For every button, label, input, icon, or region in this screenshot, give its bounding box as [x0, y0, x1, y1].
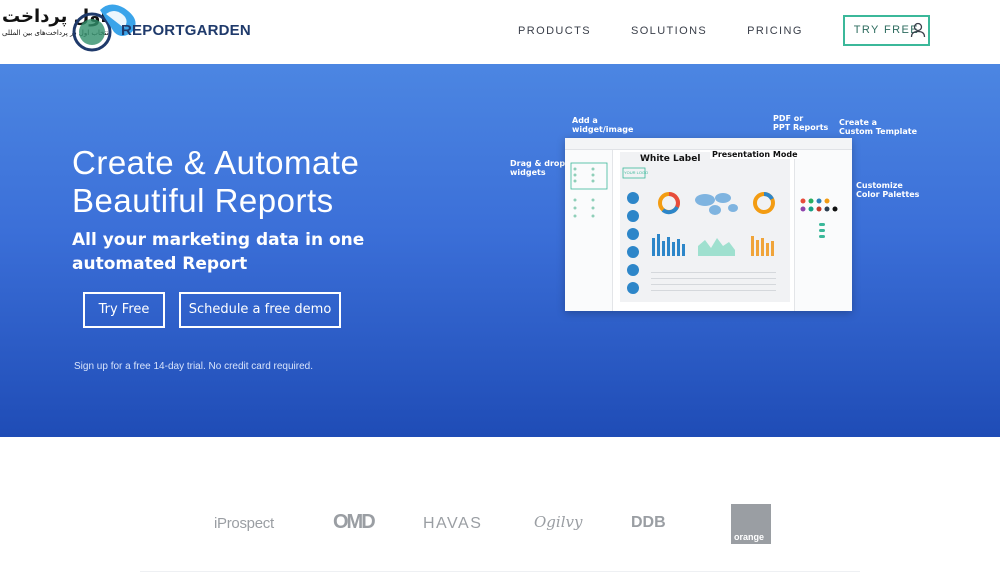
- callout-template-line-2: Custom Template: [839, 127, 918, 136]
- user-icon[interactable]: [910, 22, 926, 38]
- hero-title-line-1: Create & Automate: [72, 144, 360, 181]
- callout-palettes-line-1: Customize: [856, 181, 903, 190]
- callout-template: Create a Custom Template: [839, 118, 917, 136]
- client-ogilvy-logo: Ogilvy: [534, 513, 583, 531]
- client-orange-logo: orange: [731, 504, 771, 544]
- nav-products[interactable]: PRODUCTS: [518, 16, 591, 46]
- callout-pdf-line-2: PPT Reports: [773, 123, 829, 132]
- client-ddb-logo: DDB: [631, 514, 666, 531]
- white-label-callout: White Label: [640, 154, 701, 164]
- callout-add-widget-line-1: Add a: [572, 116, 598, 125]
- client-havas-logo: HAVAS: [423, 515, 483, 532]
- nav-solutions[interactable]: SOLUTIONS: [631, 16, 707, 46]
- product-screenshot: White Label Presentation Mode YOUR LOGO: [565, 138, 852, 311]
- page: اول پرداخت انتخاب اول در پرداخت‌های بین …: [0, 0, 1000, 575]
- callout-add-widget: Add a widget/image: [572, 116, 633, 134]
- hero-subtitle: All your marketing data in one automated…: [72, 230, 365, 274]
- trial-note: Sign up for a free 14-day trial. No cred…: [74, 361, 314, 372]
- logo[interactable]: اول پرداخت انتخاب اول در پرداخت‌های بین …: [0, 0, 251, 60]
- callout-drag-line-2: widgets: [510, 168, 546, 177]
- brand-name: REPORTGARDEN: [121, 22, 251, 39]
- callout-drag-line-1: Drag & drop: [510, 159, 566, 168]
- product-screenshot-illustration: [565, 138, 852, 311]
- client-omd-logo: OMD: [333, 511, 376, 533]
- hero-title-line-2: Beautiful Reports: [72, 182, 334, 219]
- client-iprospect-logo: iProspect: [214, 515, 274, 532]
- site-header: اول پرداخت انتخاب اول در پرداخت‌های بین …: [0, 0, 1000, 64]
- try-free-button[interactable]: Try Free: [83, 292, 165, 328]
- presentation-mode-callout: Presentation Mode: [710, 150, 800, 159]
- divider: [140, 571, 860, 572]
- schedule-demo-button[interactable]: Schedule a free demo: [179, 292, 341, 328]
- callout-pdf-line-1: PDF or: [773, 114, 804, 123]
- callout-template-line-1: Create a: [839, 118, 878, 127]
- callout-palettes: Customize Color Palettes: [856, 181, 919, 199]
- nav-pricing[interactable]: PRICING: [747, 16, 803, 46]
- callout-drag-drop: Drag & drop widgets: [510, 159, 565, 177]
- client-logos: iProspect OMD HAVAS Ogilvy DDB orange: [0, 437, 1000, 575]
- callout-add-widget-line-2: widget/image: [572, 125, 634, 134]
- callout-palettes-line-2: Color Palettes: [856, 190, 920, 199]
- callout-pdf: PDF or PPT Reports: [773, 114, 828, 132]
- main-nav: PRODUCTS SOLUTIONS PRICING TRY FREE: [478, 15, 930, 46]
- hero-title: Create & Automate Beautiful Reports: [72, 144, 492, 220]
- inner-logo-placeholder: YOUR LOGO: [624, 170, 649, 175]
- hero-section: Create & Automate Beautiful Reports All …: [0, 64, 1000, 437]
